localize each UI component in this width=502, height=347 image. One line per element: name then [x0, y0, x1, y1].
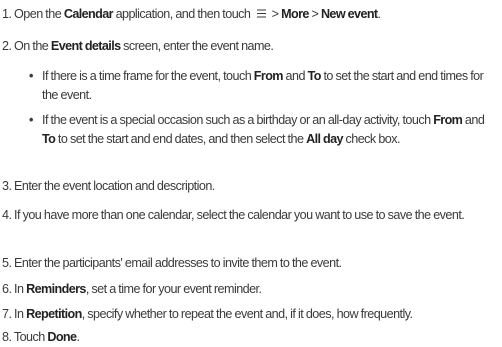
step-number: 1. — [2, 7, 12, 21]
instructions-document: 1. Open the Calendar application, and th… — [0, 0, 502, 347]
reminders-label: Reminders — [26, 282, 86, 296]
step-text: In — [11, 282, 27, 296]
step-text: Open the — [11, 7, 64, 21]
step-number: 6. — [2, 282, 12, 296]
step-text: , specify whether to repeat the event an… — [81, 307, 413, 321]
step-5: 5. Enter the participants' email address… — [2, 254, 498, 273]
to-label: To — [307, 69, 322, 83]
bullet-text: If the event is a special occasion such … — [42, 113, 434, 127]
from-label: From — [253, 69, 284, 83]
step-number: 4. — [2, 208, 12, 222]
step-text: , set a time for your event reminder. — [85, 282, 262, 296]
bullet-text: If there is a time frame for the event, … — [42, 69, 254, 83]
calendar-app-label: Calendar — [63, 7, 114, 21]
more-menu-label: More — [281, 7, 309, 21]
step-text: Touch — [11, 330, 48, 344]
step-1: 1. Open the Calendar application, and th… — [2, 5, 498, 24]
bullet-text: and — [462, 113, 485, 127]
step-text: application, and then touch — [112, 7, 254, 21]
from-label: From — [433, 113, 463, 127]
new-event-label: New event — [320, 7, 378, 21]
step-text: If you have more than one calendar, sele… — [11, 208, 465, 222]
step-number: 8. — [2, 330, 12, 344]
step-number: 5. — [2, 256, 12, 270]
repetition-label: Repetition — [26, 307, 82, 321]
done-label: Done — [47, 330, 77, 344]
step-text: On the — [11, 39, 51, 53]
bullet-text: and — [282, 69, 308, 83]
step-number: 7. — [2, 307, 12, 321]
step-8: 8. Touch Done. — [2, 328, 498, 347]
menu-icon — [257, 9, 267, 18]
step-2: 2. On the Event details screen, enter th… — [2, 37, 498, 56]
menu-path-separator: > — [269, 7, 282, 21]
bullet-special-occasion: • If the event is a special occasion such… — [29, 111, 500, 148]
step-text: In — [11, 307, 27, 321]
step-text: . — [76, 330, 80, 344]
step-text: Enter the participants' email addresses … — [11, 256, 342, 270]
step-7: 7. In Repetition, specify whether to rep… — [2, 305, 498, 324]
step-number: 3. — [2, 179, 12, 193]
bullet-text: to set the start and end dates, and then… — [55, 131, 307, 146]
event-details-label: Event details — [50, 39, 121, 53]
step-text: . — [377, 7, 381, 21]
step-3: 3. Enter the event location and descript… — [2, 177, 498, 196]
step-number: 2. — [2, 39, 12, 53]
bullet-dot: • — [29, 113, 33, 127]
step-text: Enter the event location and description… — [11, 179, 215, 193]
to-label: To — [42, 131, 56, 146]
bullet-time-frame: • If there is a time frame for the event,… — [29, 67, 500, 104]
step-text: screen, enter the event name. — [120, 39, 274, 53]
bullet-text: check box. — [342, 131, 401, 146]
step-6: 6. In Reminders, set a time for your eve… — [2, 280, 498, 299]
step-4: 4. If you have more than one calendar, s… — [2, 206, 502, 225]
bullet-dot: • — [29, 69, 33, 83]
all-day-label: All day — [306, 131, 343, 146]
menu-path-separator: > — [308, 7, 321, 21]
